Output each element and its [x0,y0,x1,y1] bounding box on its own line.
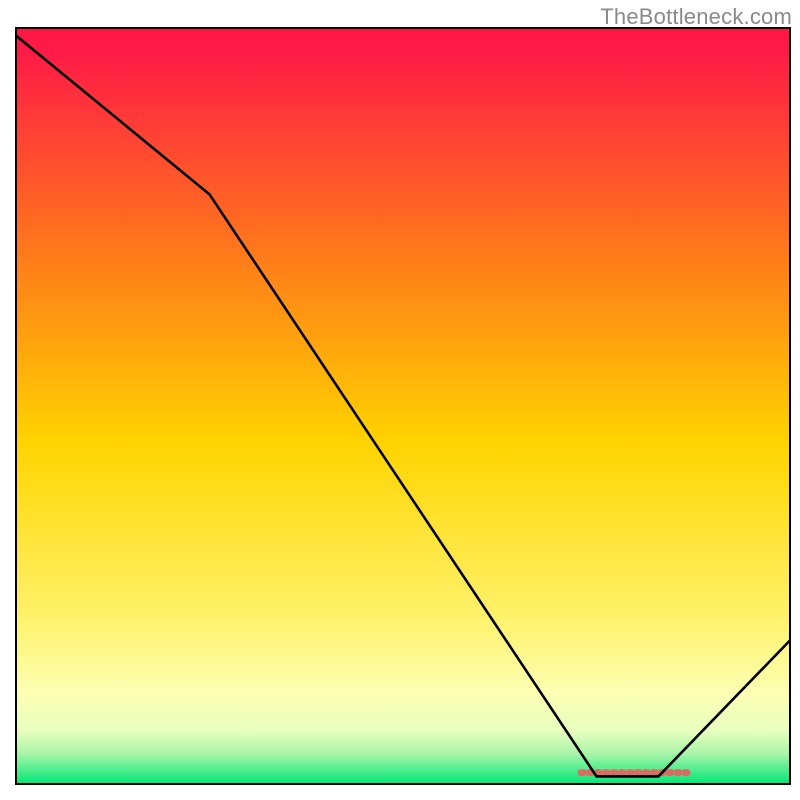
chart-container: TheBottleneck.com [0,0,800,800]
watermark-label: TheBottleneck.com [600,4,792,30]
plot-background [16,28,790,784]
bottleneck-chart [0,0,800,800]
